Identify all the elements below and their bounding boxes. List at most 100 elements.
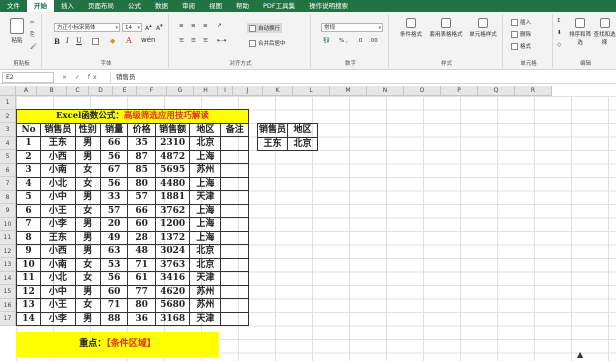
row-header[interactable]: 3 bbox=[0, 123, 16, 137]
shrink-font-icon[interactable]: A▾ bbox=[156, 23, 163, 32]
header-cell[interactable]: No bbox=[15, 122, 42, 137]
align-left-icon[interactable]: ☰ bbox=[179, 38, 184, 44]
tab-5[interactable]: 数据 bbox=[148, 0, 175, 12]
column-header[interactable]: L bbox=[293, 86, 330, 96]
data-cell[interactable] bbox=[220, 190, 249, 205]
tab-0[interactable]: 文件 bbox=[0, 0, 27, 12]
data-cell[interactable]: 4620 bbox=[154, 284, 191, 299]
data-cell[interactable]: 77 bbox=[127, 284, 156, 299]
italic-button[interactable]: I bbox=[66, 37, 69, 45]
data-cell[interactable]: 71 bbox=[99, 298, 129, 313]
column-header[interactable]: P bbox=[441, 86, 478, 96]
criteria-value-cell[interactable]: 北京 bbox=[287, 136, 318, 151]
data-cell[interactable]: 男 bbox=[74, 311, 101, 326]
data-cell[interactable]: 苏州 bbox=[189, 298, 222, 313]
phonetic-icon[interactable]: wén bbox=[141, 36, 155, 44]
sales-table[interactable]: Excel函数公式：高级筛选应用技巧解读 No 销售员 性别 销量 价格 销售额 地区 备注 1… bbox=[15, 109, 249, 326]
copy-icon[interactable]: ⎘ bbox=[30, 32, 34, 39]
data-cell[interactable]: 3763 bbox=[154, 257, 191, 272]
data-cell[interactable] bbox=[220, 217, 249, 232]
data-cell[interactable]: 49 bbox=[99, 230, 129, 245]
data-cell[interactable]: 28 bbox=[127, 230, 156, 245]
data-cell[interactable]: 女 bbox=[74, 298, 101, 313]
data-cell[interactable] bbox=[220, 311, 249, 326]
row-header[interactable]: 4 bbox=[0, 136, 16, 150]
data-cell[interactable]: 57 bbox=[99, 203, 129, 218]
number-symbols[interactable]: % , bbox=[339, 38, 348, 44]
criteria-header-cell[interactable]: 销售员 bbox=[257, 123, 288, 138]
data-cell[interactable]: 王东 bbox=[40, 136, 76, 151]
data-cell[interactable]: 56 bbox=[99, 149, 129, 164]
delete-cells-button[interactable]: 删除 bbox=[511, 30, 531, 38]
column-header[interactable]: G bbox=[167, 86, 194, 96]
formula-input[interactable]: 销售员 bbox=[110, 72, 610, 83]
data-cell[interactable]: 男 bbox=[74, 149, 101, 164]
data-cell[interactable]: 61 bbox=[127, 271, 156, 286]
header-cell[interactable]: 性别 bbox=[74, 122, 101, 137]
row-header[interactable]: 10 bbox=[0, 217, 16, 231]
data-cell[interactable]: 6 bbox=[15, 203, 42, 218]
data-cell[interactable]: 20 bbox=[99, 217, 129, 232]
data-cell[interactable]: 88 bbox=[99, 311, 129, 326]
header-cell[interactable]: 销量 bbox=[99, 122, 129, 137]
tab-8[interactable]: 帮助 bbox=[229, 0, 256, 12]
data-cell[interactable] bbox=[220, 271, 249, 286]
row-header[interactable]: 12 bbox=[0, 244, 16, 258]
name-box[interactable]: E2 bbox=[2, 72, 54, 83]
header-cell[interactable]: 销售员 bbox=[40, 122, 76, 137]
data-cell[interactable]: 1200 bbox=[154, 217, 191, 232]
tab-2[interactable]: 插入 bbox=[54, 0, 81, 12]
grow-font-icon[interactable]: A▴ bbox=[145, 23, 152, 32]
data-cell[interactable]: 女 bbox=[74, 203, 101, 218]
data-cell[interactable]: 小西 bbox=[40, 149, 76, 164]
data-cell[interactable]: 王东 bbox=[40, 230, 76, 245]
row-header[interactable]: 2 bbox=[0, 109, 16, 123]
data-cell[interactable]: 3168 bbox=[154, 311, 191, 326]
clear-icon[interactable]: ◇ bbox=[557, 42, 561, 48]
header-cell[interactable]: 备注 bbox=[220, 122, 249, 137]
column-header[interactable]: E bbox=[113, 86, 137, 96]
data-cell[interactable] bbox=[220, 284, 249, 299]
data-cell[interactable] bbox=[220, 244, 249, 259]
data-cell[interactable]: 14 bbox=[15, 311, 42, 326]
row-header[interactable]: 9 bbox=[0, 204, 16, 218]
data-cell[interactable] bbox=[220, 149, 249, 164]
data-cell[interactable]: 3416 bbox=[154, 271, 191, 286]
data-cell[interactable]: 小北 bbox=[40, 176, 76, 191]
data-cell[interactable]: 小李 bbox=[40, 217, 76, 232]
column-header[interactable]: N bbox=[367, 86, 404, 96]
data-cell[interactable]: 北京 bbox=[189, 257, 222, 272]
data-cell[interactable]: 56 bbox=[99, 176, 129, 191]
data-cell[interactable]: 3762 bbox=[154, 203, 191, 218]
row-header[interactable]: 16 bbox=[0, 298, 16, 312]
font-color-icon[interactable]: A bbox=[126, 36, 132, 45]
row-header[interactable]: 5 bbox=[0, 150, 16, 164]
row-header[interactable]: 6 bbox=[0, 163, 16, 177]
autosum-icon[interactable]: Σ bbox=[557, 18, 560, 24]
data-cell[interactable]: 11 bbox=[15, 271, 42, 286]
data-cell[interactable]: 80 bbox=[127, 298, 156, 313]
tab-6[interactable]: 审阅 bbox=[175, 0, 202, 12]
border-icon[interactable] bbox=[92, 38, 101, 45]
data-cell[interactable]: 60 bbox=[127, 217, 156, 232]
format-as-table-button[interactable]: 套用表格格式 bbox=[429, 18, 463, 38]
data-cell[interactable]: 63 bbox=[99, 244, 129, 259]
column-header[interactable]: H bbox=[194, 86, 218, 96]
title-cell[interactable]: Excel函数公式：高级筛选应用技巧解读 bbox=[16, 109, 249, 124]
column-header[interactable]: K bbox=[263, 86, 293, 96]
data-cell[interactable] bbox=[220, 136, 249, 151]
footer-band[interactable]: 重点：【条件区域】 bbox=[16, 332, 219, 357]
data-cell[interactable]: 苏州 bbox=[189, 163, 222, 178]
data-cell[interactable]: 4872 bbox=[154, 149, 191, 164]
data-cell[interactable]: 5680 bbox=[154, 298, 191, 313]
row-header[interactable]: 7 bbox=[0, 177, 16, 191]
format-cells-button[interactable]: 格式 bbox=[511, 42, 531, 50]
data-cell[interactable]: 60 bbox=[99, 284, 129, 299]
fill-icon[interactable]: ⬇ bbox=[557, 30, 562, 36]
data-cell[interactable]: 13 bbox=[15, 298, 42, 313]
column-header[interactable]: D bbox=[89, 86, 113, 96]
data-cell[interactable]: 36 bbox=[127, 311, 156, 326]
underline-button[interactable]: U bbox=[76, 37, 82, 45]
column-header[interactable]: R bbox=[515, 86, 552, 96]
merge-center-button[interactable]: 合并后居中 bbox=[247, 38, 288, 48]
